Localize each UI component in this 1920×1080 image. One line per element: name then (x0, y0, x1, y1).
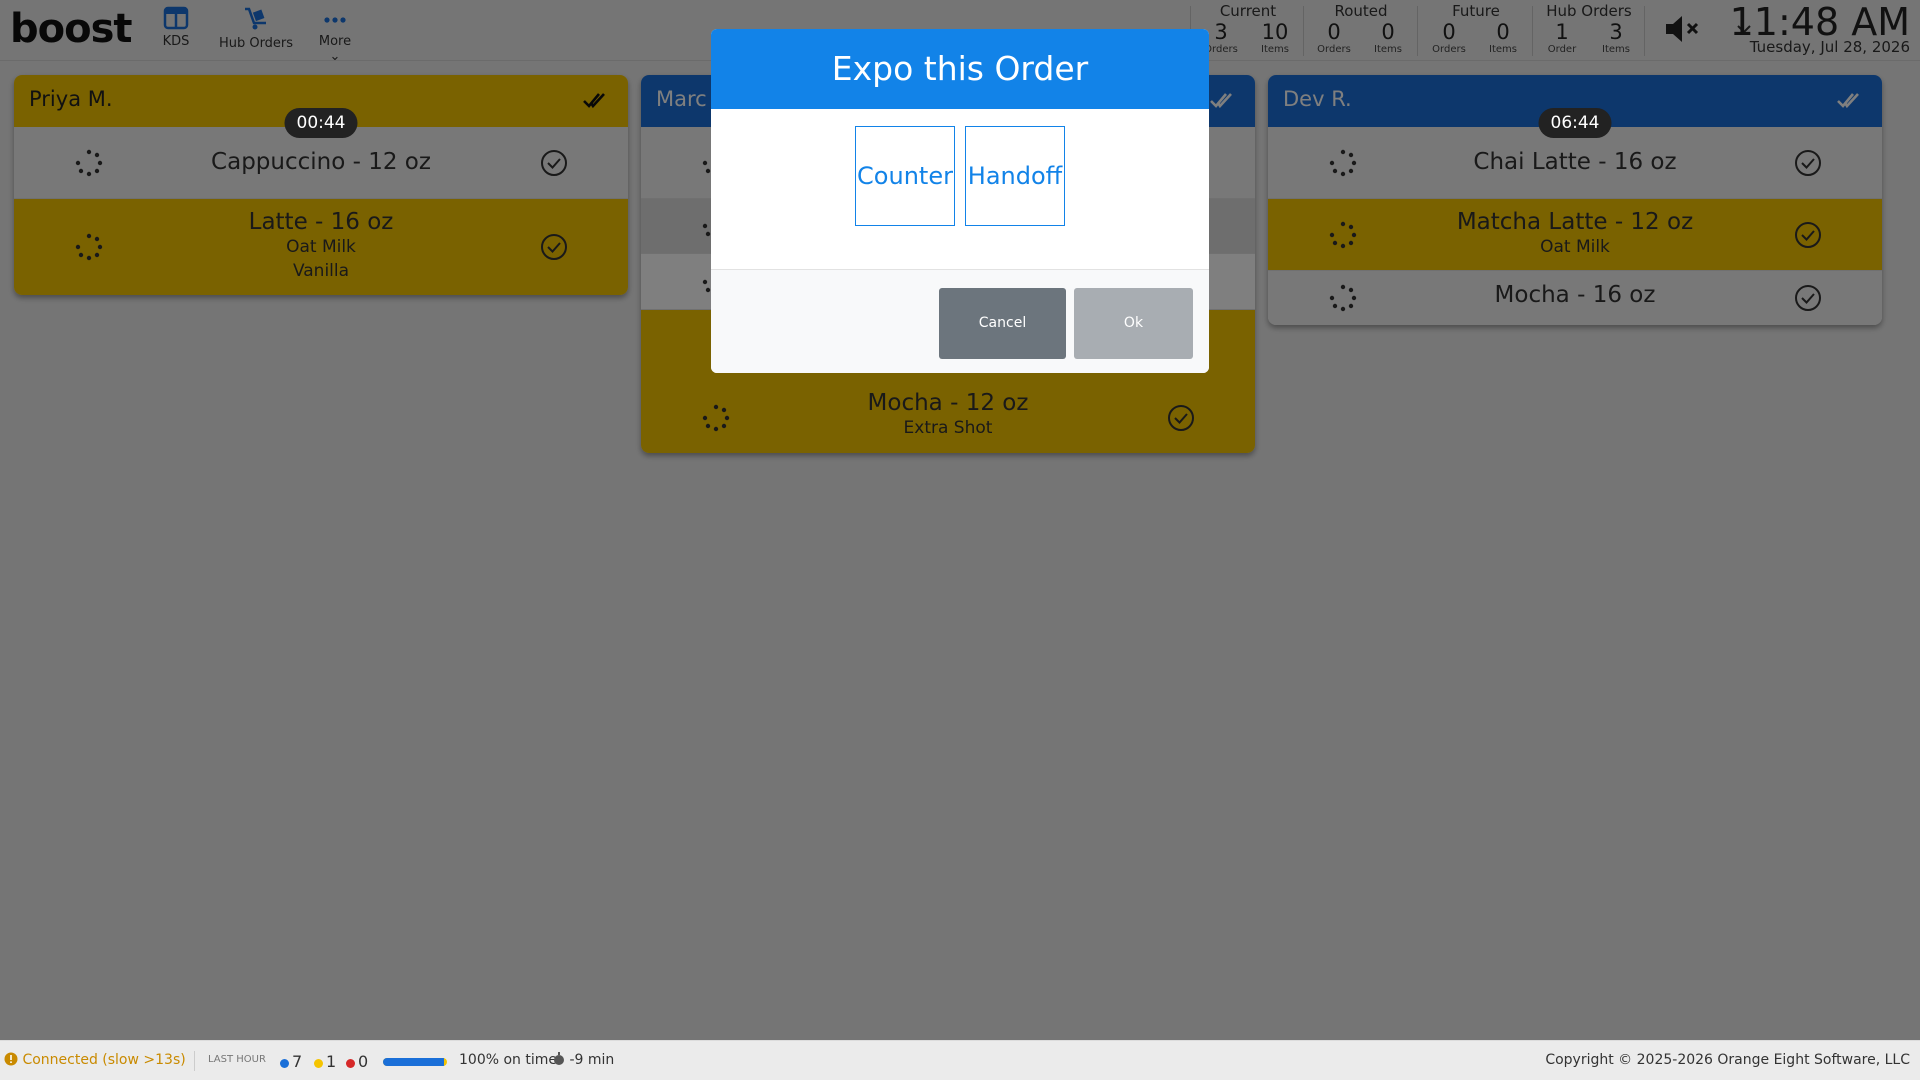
order-timer: 06:44 (1538, 108, 1612, 138)
warning-icon (4, 1052, 18, 1066)
count-on-time: 7 (280, 1052, 302, 1071)
dialog-title: Expo this Order (711, 29, 1209, 109)
count-blue-value: 7 (292, 1052, 303, 1071)
modal-backdrop[interactable]: Expo this Order Counter Handoff Cancel O… (0, 0, 1920, 1040)
divider (194, 1051, 195, 1071)
on-time-percent: 100% on time (459, 1052, 557, 1068)
count-red-value: 0 (358, 1052, 369, 1071)
average-time-value: -9 min (569, 1052, 615, 1068)
on-time-progress-bar (383, 1058, 447, 1066)
last-hour-label: LAST HOUR (208, 1054, 266, 1065)
count-yellow-value: 1 (326, 1052, 337, 1071)
copyright: Copyright © 2025-2026 Orange Eight Softw… (1545, 1052, 1910, 1068)
status-bar: Connected (slow >13s) LAST HOUR 7 1 0 10… (0, 1040, 1920, 1080)
connection-status[interactable]: Connected (slow >13s) (4, 1052, 186, 1068)
stopwatch-icon (554, 1052, 564, 1065)
connection-status-text: Connected (slow >13s) (22, 1052, 186, 1068)
average-time: -9 min (553, 1052, 614, 1068)
expo-order-dialog: Expo this Order Counter Handoff Cancel O… (711, 29, 1209, 373)
dialog-footer: Cancel Ok (711, 269, 1209, 373)
counter-option-button[interactable]: Counter (855, 126, 955, 226)
order-timer: 00:44 (284, 108, 358, 138)
on-time-progress-fill (383, 1058, 444, 1066)
yellow-dot-icon (314, 1058, 323, 1068)
ok-button[interactable]: Ok (1074, 288, 1193, 359)
red-dot-icon (346, 1058, 355, 1068)
count-warning: 1 (314, 1052, 336, 1071)
cancel-button[interactable]: Cancel (939, 288, 1066, 359)
blue-dot-icon (280, 1058, 289, 1068)
count-late: 0 (346, 1052, 368, 1071)
handoff-option-button[interactable]: Handoff (965, 126, 1065, 226)
